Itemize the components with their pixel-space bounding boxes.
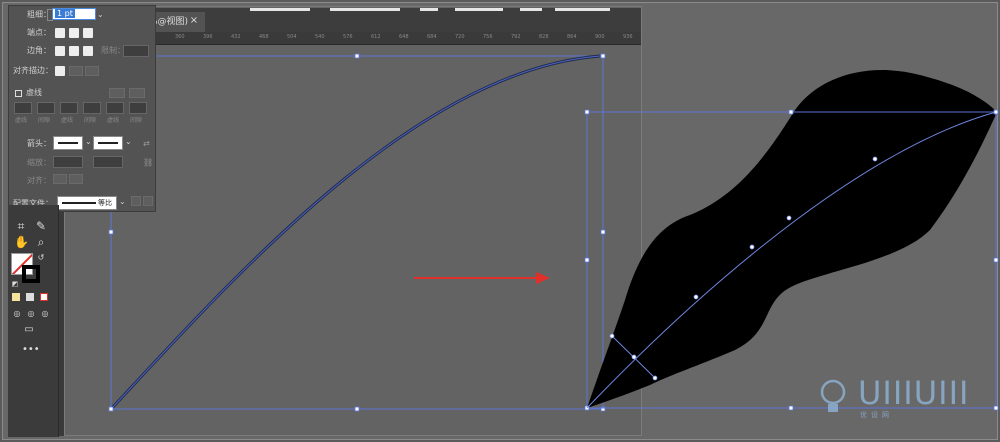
draw-inside-icon[interactable]: ◎ <box>38 307 52 321</box>
arrowhead-label: 箭头： <box>27 139 51 148</box>
dash-align-button[interactable] <box>129 88 145 98</box>
screen-mode-icon[interactable]: ▭ <box>22 323 36 337</box>
chevron-down-icon[interactable]: ⌄ <box>97 10 104 19</box>
weight-value: 1 pt <box>55 9 75 18</box>
stroke-swatch[interactable] <box>22 265 40 283</box>
dash-label-1: 虚线 <box>15 117 28 124</box>
gap-field-3[interactable] <box>129 102 147 114</box>
cap-projecting-button[interactable] <box>83 28 93 38</box>
more-tools-icon[interactable]: ••• <box>22 343 40 357</box>
dash-field-1[interactable] <box>14 102 32 114</box>
width-profile-select[interactable]: 等比 <box>57 196 117 210</box>
curved-stroke-path[interactable] <box>111 54 601 409</box>
limit-label: 限制： <box>101 46 125 55</box>
left-bounding-handles[interactable] <box>108 53 606 412</box>
align-inside-button[interactable] <box>69 66 83 76</box>
lightbulb-logo-icon <box>820 379 846 412</box>
dash-preserve-button[interactable] <box>109 88 125 98</box>
cap-butt-button[interactable] <box>55 28 65 38</box>
scale-label: 缩放： <box>27 158 51 167</box>
cap-round-button[interactable] <box>69 28 79 38</box>
chevron-down-icon[interactable]: ⌄ <box>119 197 126 206</box>
dash-field-2[interactable] <box>60 102 78 114</box>
start-arrowhead-select[interactable] <box>53 136 83 150</box>
left-selection-bounding-box <box>110 55 604 410</box>
end-scale-input[interactable] <box>93 156 123 168</box>
gap-label-2: 间隙 <box>84 117 97 124</box>
corner-miter-button[interactable] <box>55 46 65 56</box>
arrow-align-extend-button[interactable] <box>53 174 67 184</box>
eyedropper-icon[interactable]: ✎ <box>34 219 48 233</box>
corner-label: 边角： <box>27 46 51 55</box>
arrow-align-label: 对齐： <box>27 176 51 185</box>
watermark-logo: UIIIUIII <box>858 374 970 412</box>
tools-panel: ⌗ ✎ ✋ ⌕ ↺ ◩ ◎ ◎ ◎ ▭ ••• <box>8 205 59 437</box>
color-mode-button[interactable] <box>12 293 20 301</box>
default-colors-icon[interactable]: ◩ <box>8 277 22 291</box>
stroke-panel: 粗细： ⌄ 端点： 边角： 限制： 对齐描边： 虚线 虚线 间隙 虚线 间隙 虚… <box>8 5 156 212</box>
start-scale-input[interactable] <box>53 156 83 168</box>
link-icon[interactable]: ⛓ <box>143 158 153 168</box>
flip-across-button[interactable] <box>143 196 153 206</box>
black-leaf-shape[interactable] <box>587 70 997 409</box>
crop-icon[interactable]: ⌗ <box>14 219 28 233</box>
corner-round-button[interactable] <box>69 46 79 56</box>
watermark-subtitle: 优设网 <box>860 411 893 419</box>
swap-arrows-icon[interactable]: ⇄ <box>143 139 150 149</box>
arrow-head-icon <box>536 272 550 284</box>
limit-input[interactable] <box>123 45 149 57</box>
gradient-mode-button[interactable] <box>26 293 34 301</box>
none-mode-button[interactable] <box>40 293 48 301</box>
weight-input[interactable]: 1 pt <box>52 8 96 20</box>
draw-behind-icon[interactable]: ◎ <box>24 307 38 321</box>
gap-label-3: 间隙 <box>130 117 143 124</box>
align-center-button[interactable] <box>55 66 65 76</box>
dashed-checkbox[interactable] <box>15 90 22 97</box>
cap-label: 端点： <box>27 28 51 37</box>
curved-path-outline <box>112 55 601 408</box>
profile-value: 等比 <box>98 199 112 207</box>
end-arrowhead-select[interactable] <box>93 136 123 150</box>
profile-preview <box>62 202 96 204</box>
gap-field-2[interactable] <box>83 102 101 114</box>
dash-field-3[interactable] <box>106 102 124 114</box>
align-outside-button[interactable] <box>85 66 99 76</box>
corner-bevel-button[interactable] <box>83 46 93 56</box>
gap-label-1: 间隙 <box>38 117 51 124</box>
flip-along-button[interactable] <box>131 196 141 206</box>
dash-label-3: 虚线 <box>107 117 120 124</box>
draw-normal-icon[interactable]: ◎ <box>10 307 24 321</box>
hand-icon[interactable]: ✋ <box>14 235 29 249</box>
dash-label-2: 虚线 <box>61 117 74 124</box>
chevron-down-icon[interactable]: ⌄ <box>85 137 92 146</box>
swap-colors-icon[interactable]: ↺ <box>34 251 48 265</box>
dashed-label: 虚线 <box>26 88 42 97</box>
gap-field-1[interactable] <box>37 102 55 114</box>
arrow-align-place-button[interactable] <box>69 174 83 184</box>
zoom-icon[interactable]: ⌕ <box>34 235 48 249</box>
chevron-down-icon[interactable]: ⌄ <box>125 137 132 146</box>
align-stroke-label: 对齐描边： <box>13 66 53 75</box>
